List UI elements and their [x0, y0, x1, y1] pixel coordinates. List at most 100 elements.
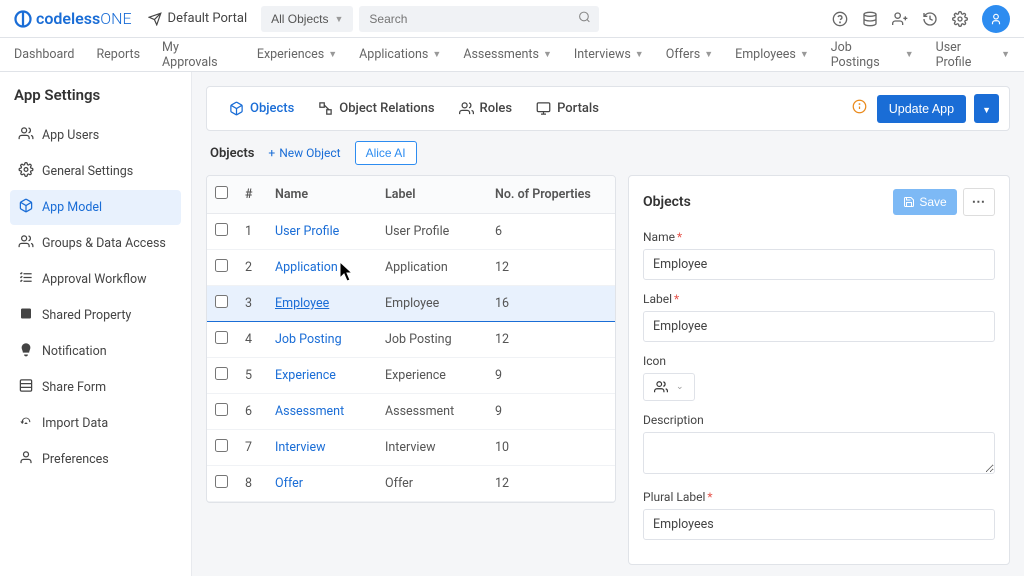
sidebar-title: App Settings — [10, 86, 181, 104]
plural-label: Plural Label* — [643, 490, 995, 504]
search-icon[interactable] — [578, 10, 591, 27]
table-row[interactable]: 3EmployeeEmployee16 — [207, 286, 615, 322]
table-row[interactable]: 7InterviewInterview10 — [207, 430, 615, 466]
sidebar-item-label: Preferences — [42, 452, 109, 467]
update-app-button[interactable]: Update App — [877, 95, 966, 123]
icon-selector[interactable]: ⌄ — [643, 373, 695, 401]
sidebar-item-approval-workflow[interactable]: Approval Workflow — [10, 262, 181, 297]
sidebar-item-preferences[interactable]: Preferences — [10, 442, 181, 477]
update-app-dropdown[interactable]: ▼ — [974, 94, 999, 123]
sidebar-item-label: Approval Workflow — [42, 272, 146, 287]
row-name-link[interactable]: Job Posting — [275, 332, 342, 347]
more-button[interactable]: ⋯ — [963, 188, 995, 216]
gear-icon[interactable] — [952, 11, 968, 27]
name-label: Name* — [643, 230, 995, 244]
row-checkbox[interactable] — [215, 367, 228, 380]
add-user-icon[interactable] — [892, 11, 908, 27]
sidebar-item-app-model[interactable]: App Model — [10, 190, 181, 225]
row-checkbox[interactable] — [215, 475, 228, 488]
nav-item-dashboard[interactable]: Dashboard — [14, 47, 74, 62]
sidebar-icon — [18, 306, 34, 325]
label-field[interactable] — [643, 311, 995, 342]
row-name-link[interactable]: Assessment — [275, 404, 344, 419]
nav-item-interviews[interactable]: Interviews▼ — [574, 47, 644, 62]
history-icon[interactable] — [922, 11, 938, 27]
nav-item-offers[interactable]: Offers▼ — [666, 47, 713, 62]
table-row[interactable]: 6AssessmentAssessment9 — [207, 394, 615, 430]
row-props: 16 — [487, 286, 615, 322]
nav-item-employees[interactable]: Employees▼ — [735, 47, 809, 62]
table-row[interactable]: 2ApplicationApplication12 — [207, 250, 615, 286]
tab-portals[interactable]: Portals — [524, 93, 611, 124]
plural-field[interactable] — [643, 509, 995, 540]
objects-table: # Name Label No. of Properties 1User Pro… — [206, 175, 616, 503]
row-name-link[interactable]: Employee — [275, 296, 329, 311]
chevron-down-icon: ▼ — [432, 49, 441, 60]
nav-item-my-approvals[interactable]: My Approvals — [162, 40, 235, 70]
row-props: 6 — [487, 214, 615, 250]
tab-roles[interactable]: Roles — [447, 93, 525, 124]
row-checkbox[interactable] — [215, 439, 228, 452]
tab-objects[interactable]: Objects — [217, 93, 306, 124]
new-object-button[interactable]: +New Object — [268, 146, 340, 160]
sidebar-item-groups-data-access[interactable]: Groups & Data Access — [10, 226, 181, 261]
brand-icon — [14, 10, 32, 28]
row-name-link[interactable]: User Profile — [275, 224, 339, 239]
portal-selector[interactable]: Default Portal — [148, 11, 248, 26]
nav-item-experiences[interactable]: Experiences▼ — [257, 47, 337, 62]
sidebar-icon — [18, 234, 34, 253]
avatar[interactable] — [982, 5, 1010, 33]
top-actions — [832, 5, 1010, 33]
info-icon[interactable] — [852, 99, 867, 118]
col-name: Name — [267, 176, 377, 214]
sidebar-item-label: App Users — [42, 128, 99, 143]
sidebar-icon — [18, 198, 34, 217]
table-row[interactable]: 1User ProfileUser Profile6 — [207, 214, 615, 250]
sidebar-item-app-users[interactable]: App Users — [10, 118, 181, 153]
row-checkbox[interactable] — [215, 259, 228, 272]
row-checkbox[interactable] — [215, 403, 228, 416]
table-row[interactable]: 5ExperienceExperience9 — [207, 358, 615, 394]
help-icon[interactable] — [832, 11, 848, 27]
search-input[interactable] — [359, 6, 599, 32]
nav-item-job-postings[interactable]: Job Postings▼ — [831, 40, 914, 70]
monitor-icon — [536, 101, 551, 116]
chevron-down-icon: ⌄ — [676, 382, 684, 392]
select-all-checkbox[interactable] — [215, 186, 228, 199]
sidebar-item-shared-property[interactable]: Shared Property — [10, 298, 181, 333]
sidebar: App Settings App UsersGeneral SettingsAp… — [0, 72, 192, 576]
user-icon — [989, 12, 1003, 26]
database-icon[interactable] — [862, 11, 878, 27]
nav-item-user-profile[interactable]: User Profile▼ — [936, 40, 1010, 70]
sidebar-item-share-form[interactable]: Share Form — [10, 370, 181, 405]
sidebar-icon — [18, 270, 34, 289]
nav-item-reports[interactable]: Reports — [96, 47, 140, 62]
nav-item-applications[interactable]: Applications▼ — [359, 47, 441, 62]
row-checkbox[interactable] — [215, 295, 228, 308]
row-name-link[interactable]: Offer — [275, 476, 303, 491]
sidebar-icon — [18, 378, 34, 397]
sidebar-item-notification[interactable]: Notification — [10, 334, 181, 369]
row-checkbox[interactable] — [215, 223, 228, 236]
sidebar-item-import-data[interactable]: Import Data — [10, 406, 181, 441]
row-name-link[interactable]: Interview — [275, 440, 325, 455]
save-button[interactable]: Save — [893, 189, 956, 215]
row-props: 9 — [487, 394, 615, 430]
row-checkbox[interactable] — [215, 331, 228, 344]
alice-ai-button[interactable]: Alice AI — [355, 141, 417, 165]
row-name-link[interactable]: Experience — [275, 368, 336, 383]
sidebar-item-general-settings[interactable]: General Settings — [10, 154, 181, 189]
save-icon — [903, 196, 915, 208]
table-row[interactable]: 4Job PostingJob Posting12 — [207, 322, 615, 358]
brand-logo[interactable]: codelessONE — [14, 9, 132, 28]
table-row[interactable]: 8OfferOffer12 — [207, 466, 615, 502]
description-label: Description — [643, 413, 995, 427]
description-field[interactable] — [643, 432, 995, 474]
col-number: # — [237, 176, 267, 214]
nav-item-assessments[interactable]: Assessments▼ — [463, 47, 552, 62]
row-props: 9 — [487, 358, 615, 394]
object-filter-dropdown[interactable]: All Objects ▼ — [261, 6, 353, 32]
name-field[interactable] — [643, 249, 995, 280]
tab-object-relations[interactable]: Object Relations — [306, 93, 446, 124]
row-name-link[interactable]: Application — [275, 260, 338, 275]
